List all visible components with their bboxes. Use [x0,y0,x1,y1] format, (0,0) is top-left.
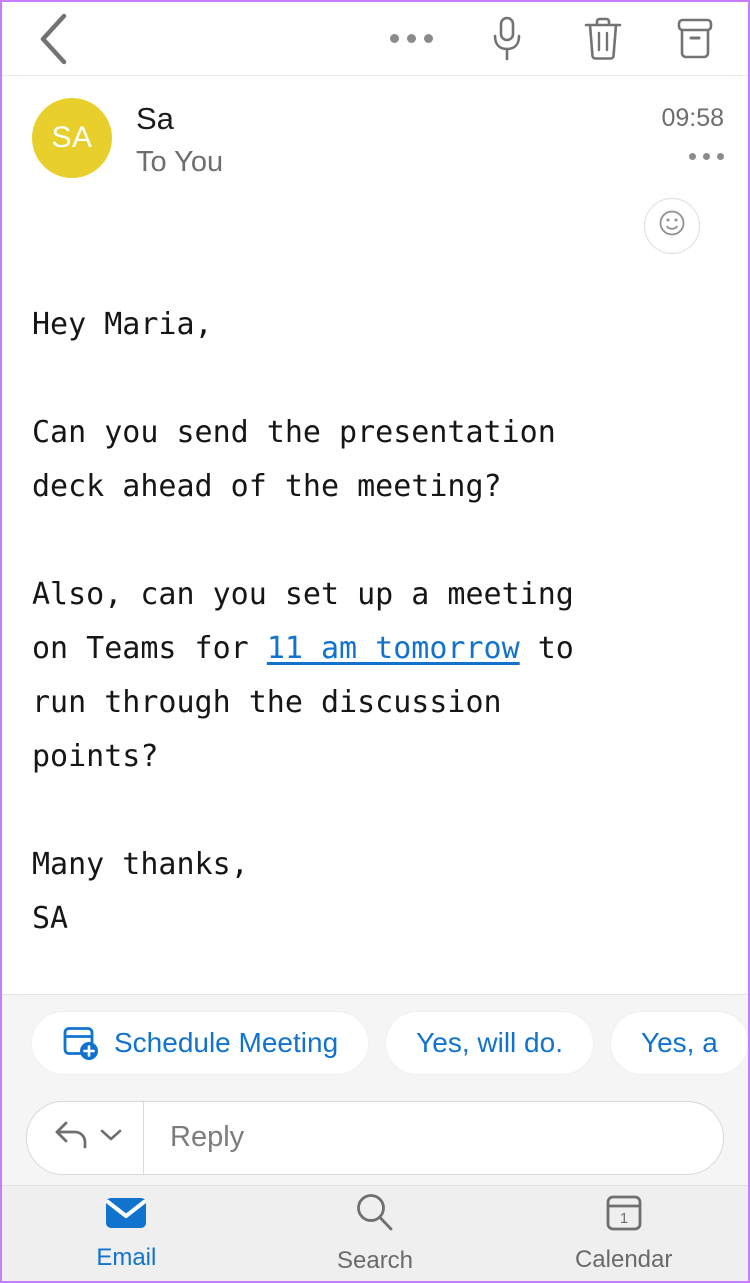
message-header: SA Sa To You 09:58 [2,76,748,254]
message-header-row: SA Sa To You 09:58 [32,98,724,182]
body-line-greeting: Hey Maria, [32,306,213,342]
body-line-request-2: deck ahead of the meeting? [32,468,502,504]
message-more-button[interactable] [661,153,724,160]
tab-label: Email [96,1244,157,1271]
email-detail-screen: SA Sa To You 09:58 Hey Maria, Can you se… [0,0,750,1283]
body-line-request-1: Can you send the presentation [32,414,556,450]
email-body-text: Hey Maria, Can you send the presentation… [32,298,718,946]
more-horizontal-icon [689,153,724,160]
more-horizontal-icon [389,34,433,43]
body-closing-line: Many thanks, [32,846,249,882]
reply-box[interactable]: Reply [26,1100,724,1175]
tab-label: Calendar [574,1246,673,1273]
dictate-button[interactable] [476,8,538,70]
reply-arrow-icon [53,1119,91,1156]
reply-mode-button[interactable] [27,1101,144,1174]
tab-label: Search [336,1247,414,1274]
sender-block: Sa To You [136,98,661,182]
chip-yes-truncated[interactable]: Yes, a [610,1011,748,1074]
bottom-tab-bar: Email Search 1 Calendar [2,1185,748,1281]
message-body: Hey Maria, Can you send the presentation… [2,253,748,994]
microphone-icon [490,15,524,63]
calendar-icon: 1 [604,1193,644,1238]
message-meta: 09:58 [661,98,724,160]
archive-button[interactable] [664,8,726,70]
tab-email[interactable]: Email [2,1186,251,1281]
chip-schedule-meeting[interactable]: Schedule Meeting [32,1011,369,1074]
meeting-time-link[interactable]: 11 am tomorrow [267,631,520,666]
reply-bar: Reply [2,1090,748,1185]
tab-calendar[interactable]: 1 Calendar [499,1186,748,1281]
chip-yes-will-do[interactable]: Yes, will do. [386,1011,593,1074]
svg-text:1: 1 [620,1210,628,1227]
chevron-left-icon [34,11,72,67]
add-reaction-button[interactable] [644,197,700,254]
chip-label: Yes, will do. [416,1026,563,1058]
envelope-icon [104,1195,148,1236]
smiley-face-icon [657,208,687,243]
avatar: SA [32,98,112,178]
top-toolbar [2,2,748,76]
more-options-button[interactable] [380,8,442,70]
reply-input[interactable]: Reply [144,1121,723,1154]
calendar-add-icon [62,1024,100,1062]
sender-name: Sa [136,101,174,136]
search-icon [354,1192,396,1239]
delete-button[interactable] [572,8,634,70]
chip-label: Schedule Meeting [114,1026,339,1058]
archive-icon [674,16,716,62]
chevron-down-icon [99,1127,123,1148]
trash-icon [583,16,623,62]
chip-label: Yes, a [640,1026,718,1058]
suggested-replies-strip[interactable]: Schedule Meeting Yes, will do. Yes, a [2,994,748,1090]
back-button[interactable] [22,8,84,70]
body-signature: SA [32,900,69,936]
message-time: 09:58 [661,104,724,132]
recipient-line[interactable]: To You [136,143,661,182]
reaction-row [32,182,724,254]
tab-search[interactable]: Search [251,1186,500,1281]
